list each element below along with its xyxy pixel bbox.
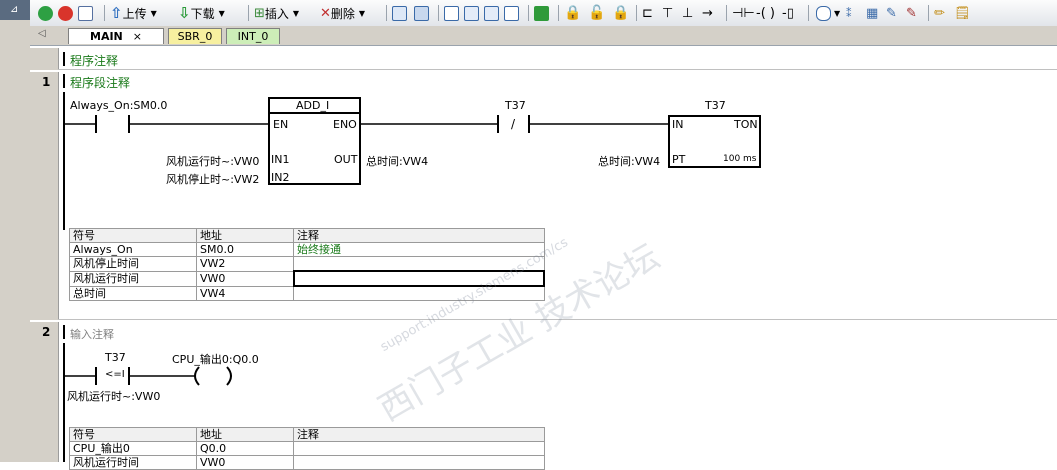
power-rail — [63, 343, 65, 462]
symbol-table-1: 符号 地址 注释 Always_On SM0.0 始终接通 风机停止时间 VW2… — [69, 228, 545, 301]
symbol-cell: CPU_输出0 — [69, 441, 197, 456]
header-symbol: 符号 — [69, 228, 197, 243]
contact-operand-bottom[interactable]: 风机运行时~:VW0 — [67, 388, 160, 404]
symbol-cell: 风机运行时间 — [69, 270, 197, 287]
timer-in-pin: IN — [672, 118, 684, 131]
address-cell: VW0 — [196, 455, 294, 470]
table-row[interactable]: CPU_输出0 Q0.0 — [69, 441, 545, 456]
pt-operand[interactable]: 总时间:VW4 — [598, 153, 660, 169]
en-pin: EN — [273, 118, 289, 131]
in1-pin: IN1 — [271, 153, 290, 166]
timer-pt-pin: PT — [672, 153, 686, 166]
table-row[interactable]: 总时间 VW4 — [69, 285, 545, 301]
address-cell: VW4 — [196, 285, 294, 301]
header-symbol: 符号 — [69, 427, 197, 442]
network-2-comment[interactable]: 输入注释 — [70, 326, 114, 342]
table-row[interactable]: 风机运行时间 VW0 — [69, 270, 545, 287]
address-cell: VW2 — [196, 256, 294, 272]
table-row[interactable]: 风机运行时间 VW0 — [69, 455, 545, 470]
divider — [58, 319, 1057, 320]
header-comment: 注释 — [293, 427, 545, 442]
in2-pin: IN2 — [271, 171, 290, 184]
timer-type: TON — [734, 118, 758, 131]
table-row[interactable]: Always_On SM0.0 始终接通 — [69, 242, 545, 257]
comment-cell: 始终接通 — [293, 242, 545, 257]
contact-1-operand[interactable]: Always_On:SM0.0 — [70, 99, 167, 112]
symbol-cell: 总时间 — [69, 285, 197, 301]
in1-operand[interactable]: 风机运行时~:VW0 — [166, 153, 259, 169]
comment-cell — [293, 285, 545, 301]
header-address: 地址 — [196, 427, 294, 442]
table-row[interactable]: 风机停止时间 VW2 — [69, 256, 545, 272]
address-cell: VW0 — [196, 270, 294, 287]
comment-marker — [63, 325, 65, 339]
box-divider — [268, 112, 361, 114]
address-cell: Q0.0 — [196, 441, 294, 456]
symbol-cell: 风机停止时间 — [69, 256, 197, 272]
in2-operand[interactable]: 风机停止时~:VW2 — [166, 171, 259, 187]
contact-2-symbol: / — [511, 117, 516, 131]
timer-unit: 100 ms — [723, 154, 757, 164]
out-pin: OUT — [334, 153, 358, 166]
network-2-gutter — [30, 322, 59, 462]
eno-pin: ENO — [333, 118, 357, 131]
out-operand[interactable]: 总时间:VW4 — [366, 153, 428, 169]
coil-operand[interactable]: CPU_输出0:Q0.0 — [172, 351, 259, 367]
address-cell: SM0.0 — [196, 242, 294, 257]
compare-symbol: <=I — [105, 369, 125, 380]
header-comment: 注释 — [293, 228, 545, 243]
timer-title[interactable]: T37 — [705, 99, 726, 112]
comment-cell — [293, 441, 545, 456]
symbol-cell: 风机运行时间 — [69, 455, 197, 470]
header-address: 地址 — [196, 228, 294, 243]
contact-2-operand[interactable]: T37 — [505, 99, 526, 112]
symbol-cell: Always_On — [69, 242, 197, 257]
contact-operand-top[interactable]: T37 — [105, 351, 126, 364]
comment-cell — [293, 256, 545, 272]
add-i-title: ADD_I — [296, 99, 330, 112]
comment-cell-selected[interactable] — [292, 270, 545, 287]
network-2-number[interactable]: 2 — [42, 325, 50, 339]
symbol-table-2: 符号 地址 注释 CPU_输出0 Q0.0 风机运行时间 VW0 — [69, 427, 545, 470]
comment-cell — [293, 455, 545, 470]
